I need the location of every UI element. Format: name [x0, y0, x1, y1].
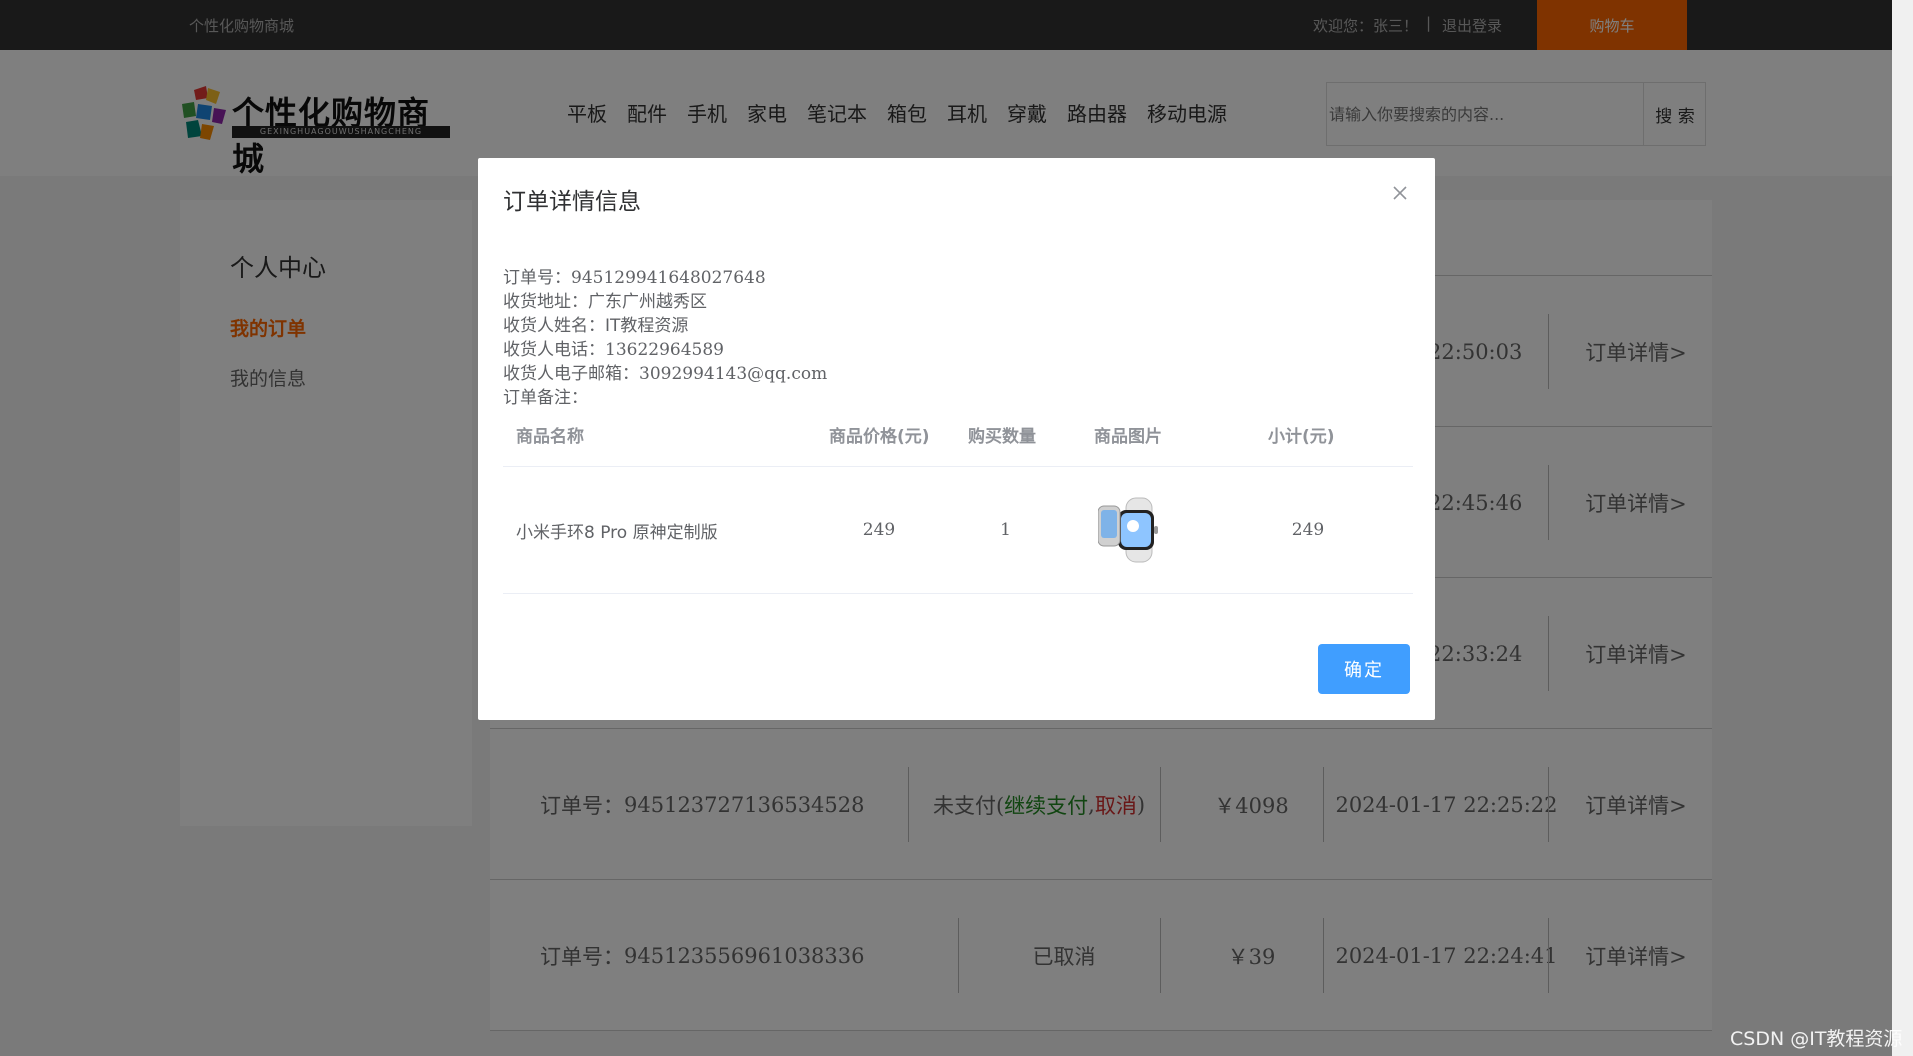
product-subtotal: 249 [1291, 520, 1325, 540]
product-name: 小米手环8 Pro 原神定制版 [516, 522, 718, 543]
info-email: 收货人电子邮箱：3092994143@qq.com [503, 364, 828, 384]
col-header-image: 商品图片 [1094, 427, 1162, 447]
order-detail-dialog: 订单详情信息 订单号：945129941648027648 收货地址：广东广州越… [478, 158, 1435, 720]
close-icon[interactable] [1389, 182, 1411, 204]
divider [503, 593, 1413, 594]
smartwatch-icon [1098, 497, 1158, 563]
info-order-id: 订单号：945129941648027648 [503, 268, 766, 288]
col-header-qty: 购买数量 [968, 427, 1036, 447]
watermark: CSDN @IT教程资源 [1730, 1028, 1903, 1050]
product-image [1098, 467, 1172, 593]
product-qty: 1 [1000, 520, 1011, 540]
info-phone: 收货人电话：13622964589 [503, 340, 724, 360]
info-receiver-name: 收货人姓名：IT教程资源 [503, 316, 689, 336]
order-info: 订单号：945129941648027648 收货地址：广东广州越秀区 收货人姓… [503, 266, 827, 410]
col-header-name: 商品名称 [516, 427, 584, 447]
col-header-subtotal: 小计(元) [1268, 427, 1335, 447]
product-price: 249 [862, 520, 896, 540]
col-header-price: 商品价格(元) [829, 427, 930, 447]
dialog-title: 订单详情信息 [503, 189, 641, 215]
info-address: 收货地址：广东广州越秀区 [503, 292, 707, 312]
page-scrollbar[interactable] [1892, 0, 1913, 1056]
confirm-button[interactable]: 确定 [1318, 644, 1410, 694]
info-remark: 订单备注： [503, 388, 588, 408]
